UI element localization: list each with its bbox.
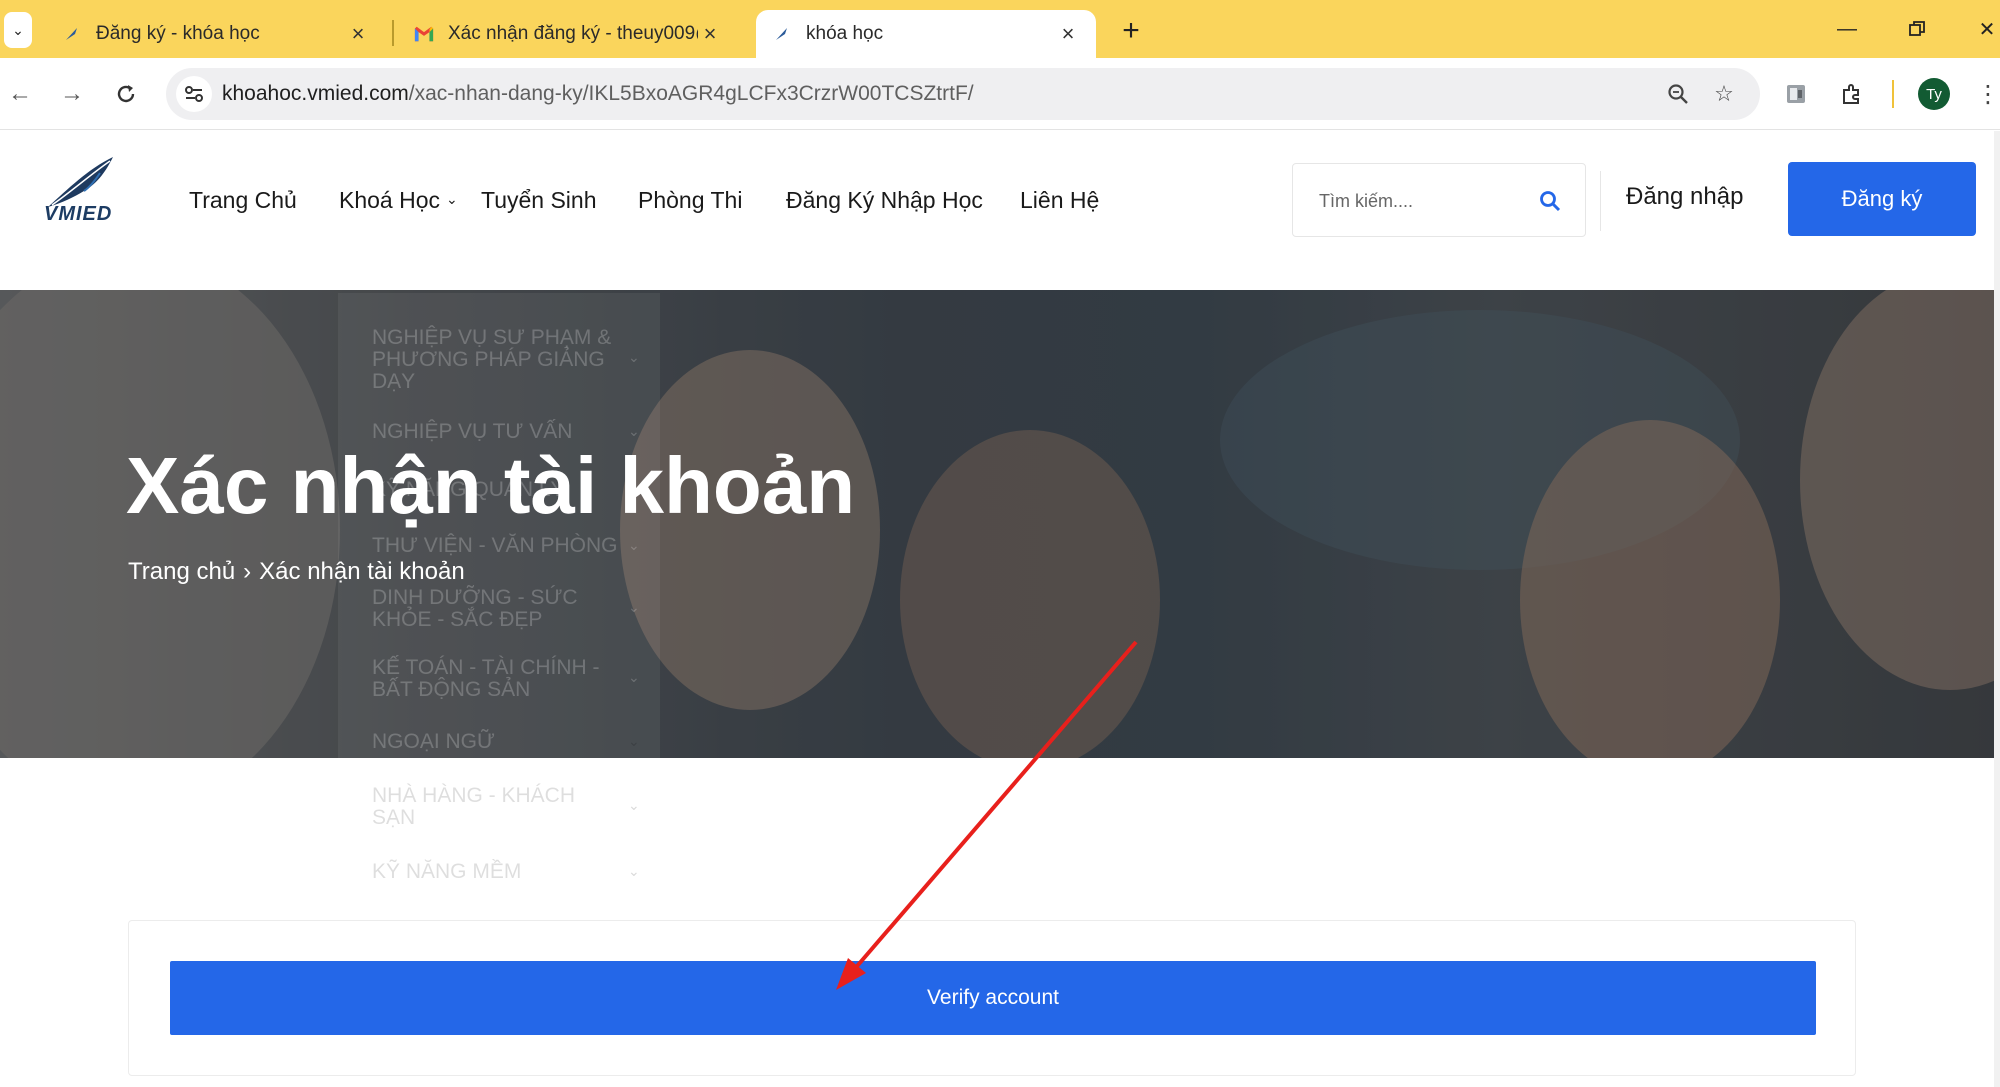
vmied-favicon-icon	[62, 24, 82, 44]
verify-card: Verify account	[128, 920, 1856, 1076]
breadcrumb-separator-icon: ›	[243, 558, 252, 585]
logo-text: VMIED	[44, 203, 113, 225]
forward-arrow-icon[interactable]: →	[52, 74, 92, 114]
zoom-icon[interactable]	[1662, 78, 1694, 110]
search-box	[1292, 163, 1586, 237]
search-icon[interactable]	[1533, 184, 1567, 218]
courses-dropdown-menu: NGHIỆP VỤ SƯ PHẠM & PHƯƠNG PHÁP GIẢNG DẠ…	[338, 293, 660, 921]
nav-khoa-hoc-label: Khoá Học	[339, 187, 441, 213]
close-tab-icon[interactable]: ×	[698, 21, 722, 46]
site-logo[interactable]: VMIED	[38, 149, 128, 229]
breadcrumb-home[interactable]: Trang chủ	[128, 558, 235, 585]
minimize-icon[interactable]: —	[1822, 10, 1872, 48]
browser-toolbar: ← → khoahoc.vmied.com/xac-nhan-dang-ky/I…	[0, 58, 2000, 130]
nav-phong-thi[interactable]: Phòng Thi	[638, 187, 742, 214]
dropdown-item[interactable]: THƯ VIỆN - VĂN PHÒNG	[372, 535, 622, 557]
tab-title: khóa học	[806, 23, 884, 44]
dropdown-item[interactable]: NGHIỆP VỤ TƯ VẤN	[372, 421, 622, 443]
chevron-down-icon: ⌄	[628, 863, 640, 879]
tab-khoa-hoc[interactable]: khóa học ×	[756, 10, 1096, 58]
nav-khoa-hoc[interactable]: Khoá Học ⌄	[339, 187, 458, 214]
tab-dang-ky[interactable]: Đăng ký - khóa học ×	[46, 10, 386, 58]
tab-separator	[392, 20, 394, 46]
dropdown-item[interactable]: NGOẠI NGỮ	[372, 731, 622, 753]
login-link[interactable]: Đăng nhập	[1626, 183, 1743, 211]
profile-avatar[interactable]: Ty	[1918, 78, 1950, 110]
dropdown-item[interactable]: KỸ NĂNG MỀM	[372, 861, 622, 883]
back-arrow-icon[interactable]: ←	[0, 74, 40, 114]
chevron-down-icon: ⌄	[628, 349, 640, 365]
dropdown-item[interactable]: KỸ NĂNG QUẢN LÝ	[372, 479, 622, 501]
tab-search-button[interactable]: ⌄	[4, 12, 32, 48]
reload-icon[interactable]	[106, 74, 146, 114]
close-tab-icon[interactable]: ×	[346, 21, 370, 46]
extensions-puzzle-icon[interactable]	[1834, 76, 1870, 112]
restore-icon[interactable]	[1892, 10, 1942, 48]
tab-title: Đăng ký - khóa học	[96, 23, 260, 44]
dropdown-item[interactable]: KẾ TOÁN - TÀI CHÍNH - BẤT ĐỘNG SẢN	[372, 657, 622, 701]
register-button[interactable]: Đăng ký	[1788, 162, 1976, 236]
tab-xac-nhan-gmail[interactable]: Xác nhận đăng ký - theuy009@ ×	[398, 10, 738, 58]
page-scrollbar[interactable]	[1994, 131, 2000, 1087]
vmied-favicon-icon	[772, 24, 792, 44]
site-header: VMIED Trang Chủ Khoá Học ⌄ Tuyển Sinh Phò…	[0, 131, 2000, 291]
header-divider	[1600, 171, 1601, 231]
chevron-down-icon: ⌄	[446, 191, 458, 207]
chevron-down-icon: ⌄	[628, 669, 640, 685]
extension-screenshot-icon[interactable]	[1778, 76, 1814, 112]
verify-account-button[interactable]: Verify account	[170, 961, 1816, 1035]
address-bar[interactable]: khoahoc.vmied.com/xac-nhan-dang-ky/IKL5B…	[166, 68, 1760, 120]
close-window-icon[interactable]: ✕	[1962, 10, 2000, 48]
browser-menu-icon[interactable]: ⋮	[1976, 76, 2000, 112]
dropdown-item[interactable]: NHÀ HÀNG - KHÁCH SẠN	[372, 785, 622, 829]
chevron-down-icon: ⌄	[628, 797, 640, 813]
nav-trang-chu[interactable]: Trang Chủ	[189, 187, 297, 214]
nav-dang-ky-nhap-hoc[interactable]: Đăng Ký Nhập Học	[786, 187, 983, 214]
nav-tuyen-sinh[interactable]: Tuyển Sinh	[481, 187, 597, 214]
url-domain: khoahoc.vmied.com	[222, 82, 409, 105]
dropdown-item[interactable]: NGHIỆP VỤ SƯ PHẠM & PHƯƠNG PHÁP GIẢNG DẠ…	[372, 327, 622, 393]
tab-title: Xác nhận đăng ký - theuy009@	[448, 23, 698, 44]
hero-banner: Xác nhận tài khoản Trang chủ › Xác nhận tà…	[0, 290, 2000, 758]
chevron-down-icon: ⌄	[628, 537, 640, 553]
dropdown-item[interactable]: DINH DƯỠNG - SỨC KHỎE - SẮC ĐẸP	[372, 587, 622, 631]
chevron-down-icon: ⌄	[628, 733, 640, 749]
new-tab-button[interactable]: +	[1114, 14, 1148, 48]
search-input[interactable]	[1319, 186, 1519, 216]
chevron-down-icon: ⌄	[628, 423, 640, 439]
toolbar-divider	[1892, 80, 1894, 108]
nav-lien-he[interactable]: Liên Hệ	[1020, 187, 1099, 214]
url-path: /xac-nhan-dang-ky/IKL5BxoAGR4gLCFx3CrzrW…	[408, 82, 974, 105]
bookmark-star-icon[interactable]: ☆	[1708, 78, 1740, 110]
chevron-down-icon: ⌄	[628, 599, 640, 615]
close-tab-icon[interactable]: ×	[1056, 21, 1080, 46]
browser-tab-bar: ⌄ Đăng ký - khóa học × Xác nhận đăng ký …	[0, 0, 2000, 58]
gmail-icon	[414, 24, 434, 44]
url-text[interactable]: khoahoc.vmied.com/xac-nhan-dang-ky/IKL5B…	[222, 82, 974, 106]
site-info-icon[interactable]	[176, 76, 212, 112]
